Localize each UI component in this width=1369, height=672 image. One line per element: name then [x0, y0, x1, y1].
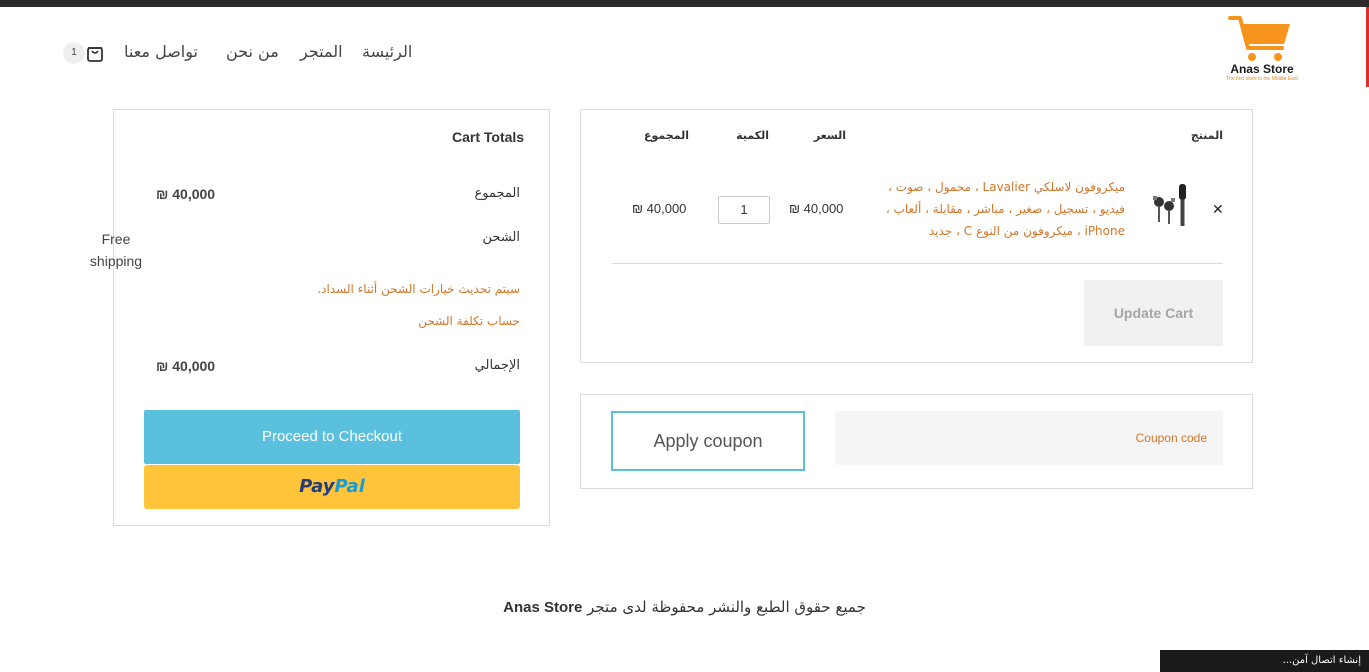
shipping-value: Free shipping — [89, 231, 143, 269]
connection-status-toast: إنشاء اتصال آمن... — [1160, 650, 1369, 672]
item-subtotal: ₪ 40,000 — [632, 201, 687, 216]
shipping-label: الشحن — [482, 230, 520, 245]
coupon-panel: Apply coupon Coupon code — [580, 394, 1253, 489]
top-bar — [0, 0, 1369, 7]
subtotal-label: المجموع — [474, 186, 520, 201]
item-price: ₪ 40,000 — [789, 201, 844, 216]
shipping-note: سيتم تحديث خيارات الشحن أثناء السداد. — [317, 282, 520, 296]
logo-tagline: The first store in the Middle East — [1226, 76, 1298, 82]
logo-brand-name: Anas Store — [1230, 62, 1294, 76]
apply-coupon-button[interactable]: Apply coupon — [611, 411, 805, 471]
total-value: ₪ 40,000 — [156, 358, 216, 374]
footer-text: جميع حقوق الطبع والنشر محفوظة لدى متجر — [587, 598, 866, 616]
remove-item-icon[interactable]: ✕ — [1212, 202, 1224, 218]
product-name-en1: Lavalier — [982, 180, 1031, 194]
product-thumbnail[interactable] — [1147, 182, 1195, 230]
shopping-bag-icon — [87, 47, 103, 62]
coupon-code-input[interactable]: Coupon code — [835, 411, 1223, 465]
footer-brand: Anas Store — [503, 599, 583, 616]
footer-copyright: جميع حقوق الطبع والنشر محفوظة لدى متجر A… — [0, 598, 1369, 616]
quantity-input[interactable]: 1 — [718, 196, 770, 224]
shipping-calculator-link[interactable]: حساب تكلفة الشحن — [418, 314, 520, 328]
nav-contact[interactable]: تواصل معنا — [124, 42, 198, 61]
paypal-logo-pal: Pal — [334, 476, 365, 497]
header-product: المنتج — [1190, 129, 1223, 142]
cart-totals-panel: Cart Totals المجموع ₪ 40,000 الشحن Free … — [90, 109, 550, 526]
product-name-en3: C — [963, 224, 973, 238]
logo[interactable]: Anas Store The first store in the Middle… — [1222, 14, 1302, 92]
subtotal-value: ₪ 40,000 — [156, 186, 216, 202]
divider — [612, 263, 1223, 264]
total-label: الإجمالي — [474, 358, 520, 373]
paypal-button[interactable]: PayPal — [144, 465, 520, 509]
header-price: السعر — [813, 129, 846, 142]
product-name-en2: iPhone — [1084, 224, 1125, 238]
shopping-cart-logo-icon — [1228, 16, 1290, 61]
nav-about[interactable]: من نحن — [226, 42, 279, 61]
product-name-part3: ، ميكروفون من النوع — [975, 224, 1081, 238]
header-subtotal: المجموع — [644, 129, 689, 142]
paypal-logo-pay: Pay — [299, 476, 335, 497]
product-name-part1: ميكروفون لاسلكي — [1033, 180, 1125, 194]
nav-home[interactable]: الرئيسة — [362, 42, 412, 61]
update-cart-button[interactable]: Update Cart — [1084, 280, 1223, 346]
cart-table-panel: المنتج السعر الكمية المجموع ✕ ميكروفون ل… — [580, 109, 1253, 363]
proceed-to-checkout-button[interactable]: Proceed to Checkout — [144, 410, 520, 464]
cart-totals-title: Cart Totals — [452, 129, 525, 145]
cart-count-badge: 1 — [63, 42, 85, 64]
nav-shop[interactable]: المتجر — [300, 42, 343, 61]
product-name-link[interactable]: ميكروفون لاسلكي Lavalier ، محمول ، صوت ،… — [881, 176, 1125, 242]
product-name-part4: ، جديد — [928, 224, 960, 238]
header-cart[interactable]: 1 — [63, 42, 105, 64]
header-quantity: الكمية — [736, 129, 769, 142]
